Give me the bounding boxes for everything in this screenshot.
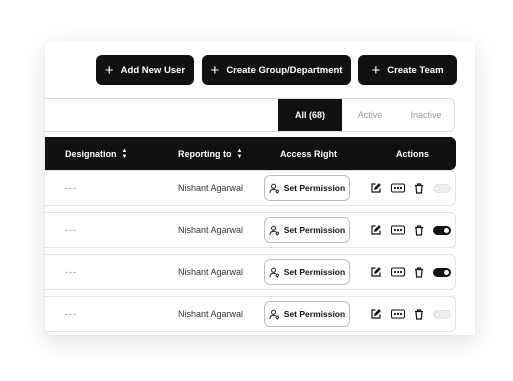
filter-bar: All (68) Active Inactive (45, 98, 455, 132)
toggle-knob (444, 227, 449, 233)
column-designation-label: Designation (65, 148, 117, 159)
edit-icon[interactable] (370, 182, 382, 194)
set-permission-label: Set Permission (283, 267, 346, 277)
id-card-icon[interactable] (391, 182, 405, 194)
add-new-user-label: Add New User (120, 64, 186, 76)
designation-cell: --- (65, 183, 77, 193)
plus-icon: + (104, 61, 114, 79)
reporting-to-cell: Nishant Agarwal (178, 225, 244, 235)
id-card-icon[interactable] (391, 224, 405, 236)
create-team-label: Create Team (387, 64, 444, 76)
column-reporting-to-label: Reporting to (178, 148, 232, 159)
create-team-button[interactable]: + Create Team (358, 55, 457, 85)
trash-icon[interactable] (413, 182, 425, 194)
row-actions (370, 213, 451, 247)
user-key-icon (269, 309, 279, 320)
status-filter-tabs: All (68) Active Inactive (278, 99, 454, 131)
add-new-user-button[interactable]: + Add New User (96, 55, 194, 85)
status-toggle[interactable] (433, 309, 451, 319)
row-actions (370, 171, 451, 205)
reporting-to-cell: Nishant Agarwal (178, 183, 244, 193)
table-row: --- Nishant Agarwal Set Permission (45, 212, 456, 248)
reporting-to-cell: Nishant Agarwal (178, 309, 244, 319)
trash-icon[interactable] (413, 224, 425, 236)
sort-icon: ▲ ▼ (236, 147, 243, 160)
table-row: --- Nishant Agarwal Set Permission (45, 170, 456, 206)
toggle-knob (444, 269, 449, 275)
set-permission-label: Set Permission (283, 225, 346, 235)
id-card-icon[interactable] (391, 266, 405, 278)
edit-icon[interactable] (370, 308, 382, 320)
set-permission-button[interactable]: Set Permission (264, 301, 350, 327)
toggle-knob (435, 185, 440, 191)
trash-icon[interactable] (413, 308, 425, 320)
toggle-knob (435, 311, 440, 317)
edit-icon[interactable] (370, 224, 382, 236)
user-key-icon (269, 183, 279, 194)
set-permission-button[interactable]: Set Permission (264, 217, 350, 243)
create-group-department-label: Create Group/Department (226, 64, 343, 76)
tab-active[interactable]: Active (342, 99, 398, 131)
column-designation[interactable]: Designation ▲ ▼ (65, 137, 127, 170)
user-key-icon (269, 267, 279, 278)
trash-icon[interactable] (413, 266, 425, 278)
plus-icon: + (210, 61, 220, 79)
column-actions: Actions (396, 148, 430, 159)
create-group-department-button[interactable]: + Create Group/Department (202, 55, 351, 85)
set-permission-button[interactable]: Set Permission (264, 259, 350, 285)
tab-inactive[interactable]: Inactive (398, 99, 454, 131)
table-row: --- Nishant Agarwal Set Permission (45, 254, 456, 290)
table-row: --- Nishant Agarwal Set Permission (45, 296, 456, 332)
tab-all[interactable]: All (68) (278, 99, 342, 131)
set-permission-label: Set Permission (283, 183, 346, 193)
row-actions (370, 297, 451, 331)
column-reporting-to[interactable]: Reporting to ▲ ▼ (178, 137, 242, 170)
status-toggle[interactable] (433, 183, 451, 193)
plus-icon: + (371, 61, 381, 79)
designation-cell: --- (65, 267, 77, 277)
status-toggle[interactable] (433, 225, 451, 235)
designation-cell: --- (65, 309, 77, 319)
set-permission-button[interactable]: Set Permission (264, 175, 350, 201)
reporting-to-cell: Nishant Agarwal (178, 267, 244, 277)
user-key-icon (269, 225, 279, 236)
designation-cell: --- (65, 225, 77, 235)
users-panel: + Add New User + Create Group/Department… (45, 42, 475, 335)
table-header: Designation ▲ ▼ Reporting to ▲ ▼ Access Ri… (45, 137, 456, 170)
id-card-icon[interactable] (391, 308, 405, 320)
set-permission-label: Set Permission (283, 309, 346, 319)
row-actions (370, 255, 451, 289)
status-toggle[interactable] (433, 267, 451, 277)
sort-icon: ▲ ▼ (121, 147, 128, 160)
column-access-right: Access Right (280, 148, 338, 159)
edit-icon[interactable] (370, 266, 382, 278)
